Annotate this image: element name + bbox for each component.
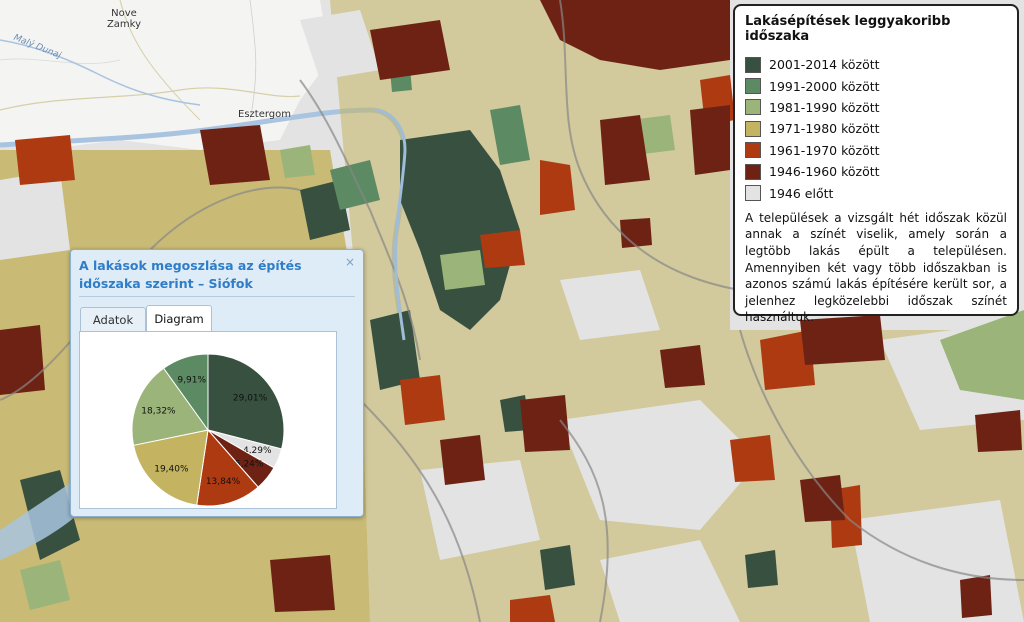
legend-label: 1971-1980 között <box>769 121 880 137</box>
legend-item: 2001-2014 között <box>745 54 1007 75</box>
region-fill <box>660 345 705 388</box>
legend-swatch <box>745 185 761 202</box>
diagram-panel: 29,01% 4,29% 5,24% 13,84% 19,40% 18,32% 9,91% <box>79 331 337 509</box>
pie-slice-label: 19,40% <box>154 465 189 475</box>
legend-label: 1946 előtt <box>769 185 834 201</box>
legend-swatch <box>745 99 761 116</box>
legend-swatch <box>745 56 761 73</box>
legend-item: 1946-1960 között <box>745 161 1007 182</box>
legend-item: 1971-1980 között <box>745 118 1007 139</box>
region-fill <box>745 550 778 588</box>
region-fill <box>975 410 1022 452</box>
legend-swatch <box>745 163 761 180</box>
pie-slice-label: 29,01% <box>233 393 268 403</box>
legend-label: 1961-1970 között <box>769 142 880 158</box>
region-fill <box>440 435 485 485</box>
legend-swatch <box>745 78 761 95</box>
place-label-nove-zamky: Nove Zamky <box>106 8 142 30</box>
region-fill <box>0 325 45 395</box>
region-fill <box>440 250 485 290</box>
popup-title: A lakások megoszlása az építés időszaka … <box>79 258 302 291</box>
region-fill <box>370 20 450 80</box>
pie-slice-label: 13,84% <box>206 477 241 487</box>
region-fill <box>280 145 315 178</box>
tab-diagram[interactable]: Diagram <box>146 305 212 331</box>
legend-label: 2001-2014 között <box>769 57 880 73</box>
map-legend: Lakásépítések leggyakoribb időszaka 2001… <box>733 4 1019 324</box>
region-fill <box>690 105 730 175</box>
region-fill <box>15 135 75 185</box>
legend-label: 1981-1990 között <box>769 99 880 115</box>
region-fill <box>270 555 335 612</box>
pie-slice-label: 18,32% <box>141 407 176 417</box>
close-icon[interactable]: × <box>345 255 355 269</box>
legend-item: 1991-2000 között <box>745 75 1007 96</box>
legend-label: 1946-1960 között <box>769 164 880 180</box>
foreign-territory <box>0 0 330 150</box>
legend-label: 1991-2000 között <box>769 78 880 94</box>
legend-item: 1981-1990 között <box>745 97 1007 118</box>
region-fill <box>960 575 992 618</box>
region-fill <box>620 218 652 248</box>
region-fill <box>480 230 525 268</box>
legend-swatch <box>745 120 761 137</box>
info-popup[interactable]: A lakások megoszlása az építés időszaka … <box>70 249 364 517</box>
legend-title: Lakásépítések leggyakoribb időszaka <box>745 14 951 44</box>
legend-item: 1961-1970 között <box>745 140 1007 161</box>
popup-divider <box>79 296 355 297</box>
region-fill <box>540 160 575 215</box>
legend-item: 1946 előtt <box>745 182 1007 203</box>
region-fill <box>730 435 775 482</box>
region-fill <box>400 375 445 425</box>
pie-chart: 29,01%4,29%5,24%13,84%19,40%18,32%9,91% <box>131 353 285 507</box>
region-fill <box>800 475 845 522</box>
tab-adatok[interactable]: Adatok <box>80 307 146 331</box>
pie-slice-label: 9,91% <box>177 375 206 385</box>
place-label-esztergom: Esztergom <box>238 109 291 120</box>
legend-description: A települések a vizsgált hét időszak köz… <box>745 210 1007 325</box>
legend-list: 2001-2014 között 1991-2000 között 1981-199… <box>745 54 1007 204</box>
legend-swatch <box>745 142 761 159</box>
region-fill <box>540 545 575 590</box>
region-fill <box>850 500 1024 622</box>
region-fill <box>200 125 270 185</box>
